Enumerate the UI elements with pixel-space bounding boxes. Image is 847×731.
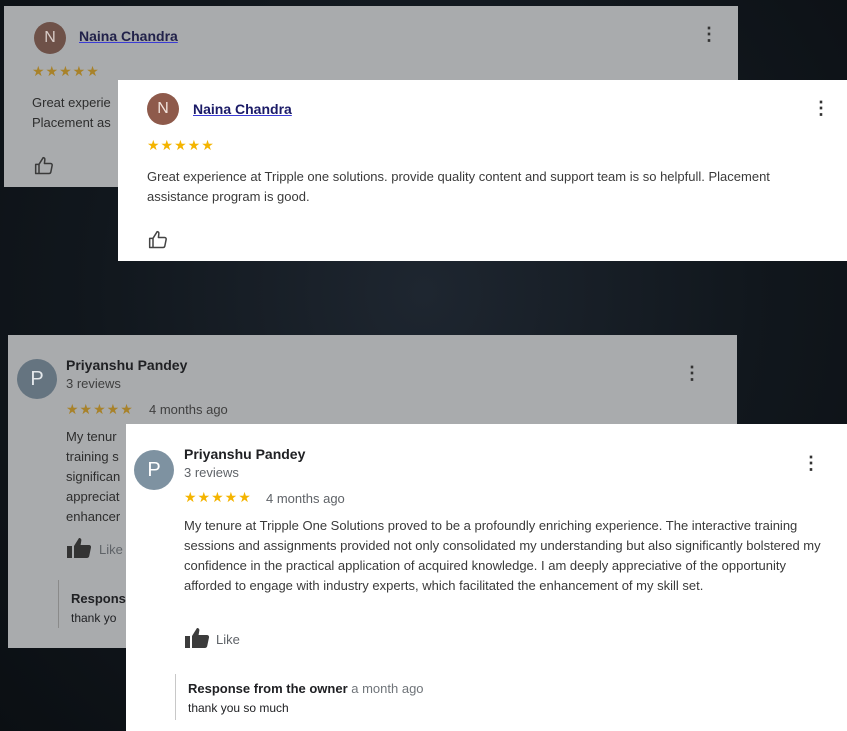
like-label[interactable]: Like: [216, 632, 240, 647]
thumb-up-outline-icon[interactable]: [34, 156, 54, 181]
response-divider: [175, 674, 176, 720]
avatar-letter: P: [30, 367, 44, 390]
avatar: N: [147, 93, 179, 125]
review-time: 4 months ago: [266, 491, 345, 506]
review-text-fragment: Great experie Placement as: [32, 93, 111, 133]
more-vert-icon[interactable]: ⋮: [812, 98, 830, 119]
thumb-up-filled-icon[interactable]: [184, 627, 210, 654]
star-rating: ★★★★★: [184, 489, 252, 505]
avatar-letter: N: [157, 100, 169, 117]
review-text-line: enhancer: [66, 509, 121, 524]
review-text-line: My tenur: [66, 429, 117, 444]
reviewer-name-link[interactable]: Naina Chandra: [79, 28, 178, 44]
review-text-line: Placement as: [32, 115, 111, 130]
review-text-fragment: My tenur training s significan appreciat…: [66, 427, 120, 527]
avatar-letter: P: [147, 458, 161, 481]
avatar: N: [34, 22, 66, 54]
owner-response-title: Response from the owner a month ago: [188, 681, 424, 696]
review-text-line: significan: [66, 469, 121, 484]
review-text: Great experience at Tripple one solution…: [147, 169, 770, 204]
owner-response-text: thank yo: [71, 611, 117, 625]
star-rating: ★★★★★: [66, 401, 134, 417]
star-rating: ★★★★★: [32, 63, 100, 79]
more-vert-icon[interactable]: ⋮: [700, 24, 718, 45]
review-count: 3 reviews: [66, 376, 121, 391]
owner-response-heading: Response from the owner: [188, 681, 348, 696]
review-text: My tenure at Tripple One Solutions prove…: [184, 518, 821, 593]
review-text-line: training s: [66, 449, 119, 464]
more-vert-icon[interactable]: ⋮: [683, 363, 701, 384]
owner-response-text: thank you so much: [188, 701, 289, 715]
response-divider: [58, 580, 59, 628]
reviewer-name-link[interactable]: Naina Chandra: [193, 101, 292, 117]
owner-response-time: a month ago: [351, 681, 424, 696]
reviewer-name[interactable]: Priyanshu Pandey: [66, 357, 187, 373]
review-text-line: appreciat: [66, 489, 120, 504]
avatar: P: [17, 359, 57, 399]
reviewer-name[interactable]: Priyanshu Pandey: [184, 446, 305, 462]
owner-response-title: Respons: [71, 591, 126, 606]
avatar-letter: N: [44, 29, 56, 46]
review-time: 4 months ago: [149, 402, 228, 417]
avatar: P: [134, 450, 174, 490]
like-label[interactable]: Like: [99, 542, 123, 557]
thumb-up-outline-icon[interactable]: [148, 230, 168, 255]
star-rating: ★★★★★: [147, 137, 215, 153]
thumb-up-filled-icon[interactable]: [66, 537, 92, 564]
review-card-naina: N Naina Chandra ⋮ ★★★★★ Great experience…: [118, 80, 847, 261]
review-count: 3 reviews: [184, 465, 239, 480]
review-card-priyanshu: P Priyanshu Pandey 3 reviews ⋮ ★★★★★ 4 m…: [126, 424, 847, 731]
review-text-line: Great experie: [32, 95, 111, 110]
more-vert-icon[interactable]: ⋮: [802, 453, 820, 474]
